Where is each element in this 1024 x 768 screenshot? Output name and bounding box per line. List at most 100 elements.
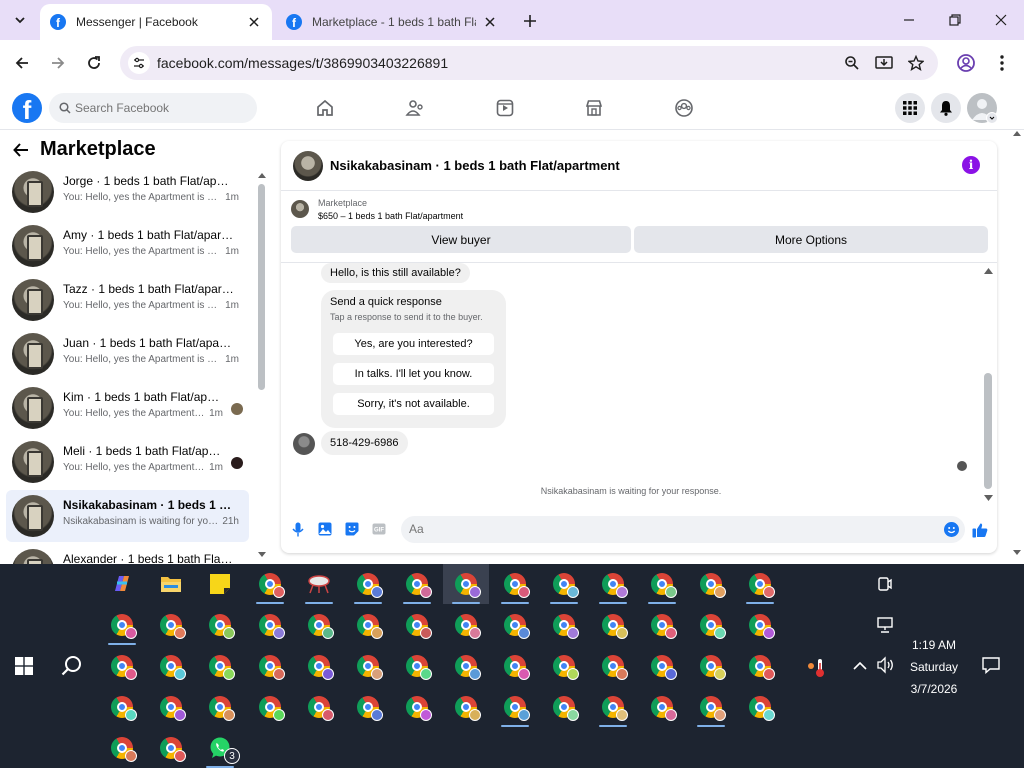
scroll-up-icon[interactable]	[1013, 130, 1021, 136]
chrome-profile-icon[interactable]	[446, 687, 486, 727]
show-hidden-icons-chevron-icon[interactable]	[853, 658, 869, 674]
chrome-profile-icon[interactable]	[102, 687, 142, 727]
chrome-profile-icon[interactable]	[151, 646, 191, 686]
chrome-profile-icon[interactable]	[348, 687, 388, 727]
chrome-profile-icon[interactable]	[691, 605, 731, 645]
chrome-profile-icon[interactable]	[397, 687, 437, 727]
scroll-down-icon[interactable]	[984, 495, 993, 502]
chrome-profile-icon[interactable]	[299, 605, 339, 645]
message-input[interactable]	[409, 522, 929, 536]
conversation-item[interactable]: Meli · 1 beds 1 bath Flat/apartment You:…	[6, 436, 249, 488]
meet-now-icon[interactable]	[876, 575, 896, 593]
back-arrow-icon[interactable]	[12, 141, 30, 159]
chat-scrollbar[interactable]	[982, 267, 994, 503]
volume-icon[interactable]	[876, 656, 896, 674]
quick-response-option[interactable]: In talks. I'll let you know.	[333, 363, 494, 385]
quick-response-option[interactable]: Yes, are you interested?	[333, 333, 494, 355]
chrome-profile-icon[interactable]	[102, 646, 142, 686]
chrome-profile-icon[interactable]	[593, 605, 633, 645]
chrome-profile-icon[interactable]	[250, 564, 290, 604]
listing-price[interactable]: $650 – 1 beds 1 bath Flat/apartment	[318, 211, 463, 221]
buyer-avatar[interactable]	[293, 433, 315, 455]
chrome-profile-icon[interactable]	[250, 605, 290, 645]
new-tab-button[interactable]	[518, 9, 542, 33]
bookmark-star-icon[interactable]	[906, 53, 926, 73]
chrome-profile-icon[interactable]	[151, 605, 191, 645]
tab-messenger[interactable]: f Messenger | Facebook	[40, 4, 272, 40]
more-options-button[interactable]: More Options	[634, 226, 988, 253]
chrome-profile-icon[interactable]	[642, 646, 682, 686]
chrome-profile-icon[interactable]	[397, 564, 437, 604]
chrome-profile-icon[interactable]	[642, 605, 682, 645]
chrome-profile-icon[interactable]	[495, 687, 535, 727]
like-thumb-icon[interactable]	[971, 521, 989, 539]
conversation-item[interactable]: Amy · 1 beds 1 bath Flat/apartment You: …	[6, 220, 249, 272]
install-app-icon[interactable]	[874, 53, 894, 73]
conversation-item-selected[interactable]: Nsikakabasinam · 1 beds 1 bath Flat/apar…	[6, 490, 249, 542]
scrollbar-thumb[interactable]	[984, 373, 992, 489]
quick-response-option[interactable]: Sorry, it's not available.	[333, 393, 494, 415]
windows-start-icon[interactable]	[14, 656, 34, 676]
chrome-profile-icon[interactable]	[250, 687, 290, 727]
listing-thumbnail[interactable]	[291, 200, 309, 218]
back-button[interactable]	[8, 49, 36, 77]
sidebar-scrollbar[interactable]	[257, 172, 266, 562]
chrome-profile-icon-active[interactable]	[443, 564, 489, 604]
chat-title[interactable]: Nsikakabasinam · 1 beds 1 bath Flat/apar…	[330, 158, 620, 173]
chrome-profile-icon[interactable]	[544, 646, 584, 686]
chrome-profile-icon[interactable]	[151, 687, 191, 727]
chrome-profile-icon[interactable]	[348, 564, 388, 604]
chrome-profile-icon[interactable]	[642, 687, 682, 727]
sticky-notes-icon[interactable]	[200, 564, 240, 604]
chrome-profile-icon[interactable]	[544, 687, 584, 727]
taskbar-search-icon[interactable]	[58, 652, 86, 680]
chrome-profile-icon[interactable]	[544, 605, 584, 645]
chrome-profile-icon[interactable]	[691, 646, 731, 686]
chrome-profile-icon[interactable]	[200, 687, 240, 727]
chrome-profile-icon[interactable]	[348, 646, 388, 686]
file-explorer-icon[interactable]	[151, 564, 191, 604]
chrome-profile-icon[interactable]	[200, 605, 240, 645]
chrome-profile-icon[interactable]	[740, 646, 780, 686]
chrome-profile-icon[interactable]	[495, 605, 535, 645]
gif-icon[interactable]: GIF	[371, 521, 387, 537]
emoji-icon[interactable]	[944, 522, 959, 537]
chrome-profile-icon[interactable]	[544, 564, 584, 604]
taskbar-clock[interactable]: 1:19 AM Saturday 3/7/2026	[896, 634, 972, 700]
chrome-profile-icon[interactable]	[740, 687, 780, 727]
conversation-item[interactable]: Alexander · 1 beds 1 bath Flat/apartment	[6, 544, 249, 564]
chrome-profile-icon[interactable]	[691, 564, 731, 604]
chrome-profile-icon[interactable]	[642, 564, 682, 604]
view-buyer-button[interactable]: View buyer	[291, 226, 631, 253]
friends-icon[interactable]	[404, 97, 426, 119]
chrome-profile-icon[interactable]	[691, 687, 731, 727]
chrome-profile-icon[interactable]	[397, 646, 437, 686]
conversation-item[interactable]: Jorge · 1 beds 1 bath Flat/apartment You…	[6, 166, 249, 218]
chat-listing-avatar[interactable]	[293, 151, 323, 181]
reload-button[interactable]	[80, 49, 108, 77]
marketplace-icon[interactable]	[583, 97, 605, 119]
microphone-icon[interactable]	[290, 521, 306, 537]
chrome-profile-icon[interactable]	[446, 605, 486, 645]
profile-button[interactable]	[952, 49, 980, 77]
conversation-item[interactable]: Juan · 1 beds 1 bath Flat/apartment You:…	[6, 328, 249, 380]
notification-center-icon[interactable]	[981, 656, 1001, 675]
scroll-down-icon[interactable]	[258, 552, 266, 558]
chrome-profile-icon[interactable]	[200, 646, 240, 686]
video-icon[interactable]	[494, 97, 516, 119]
account-chevron-icon[interactable]	[986, 112, 998, 124]
conversation-item[interactable]: Kim · 1 beds 1 bath Flat/apartment You: …	[6, 382, 249, 434]
url-text[interactable]: facebook.com/messages/t/3869903403226891	[157, 55, 448, 71]
close-window-button[interactable]	[978, 0, 1024, 40]
browser-menu-button[interactable]	[988, 49, 1016, 77]
network-icon[interactable]	[876, 616, 896, 634]
close-tab-icon[interactable]	[482, 14, 498, 30]
scroll-up-icon[interactable]	[984, 267, 993, 274]
conversation-item[interactable]: Tazz · 1 beds 1 bath Flat/apartment You:…	[6, 274, 249, 326]
scrollbar-thumb[interactable]	[258, 184, 265, 390]
close-tab-icon[interactable]	[246, 14, 262, 30]
whatsapp-icon[interactable]: 3	[200, 728, 240, 768]
groups-icon[interactable]	[673, 97, 695, 119]
weather-temperature-icon[interactable]	[806, 657, 828, 679]
zoom-icon[interactable]	[842, 53, 862, 73]
